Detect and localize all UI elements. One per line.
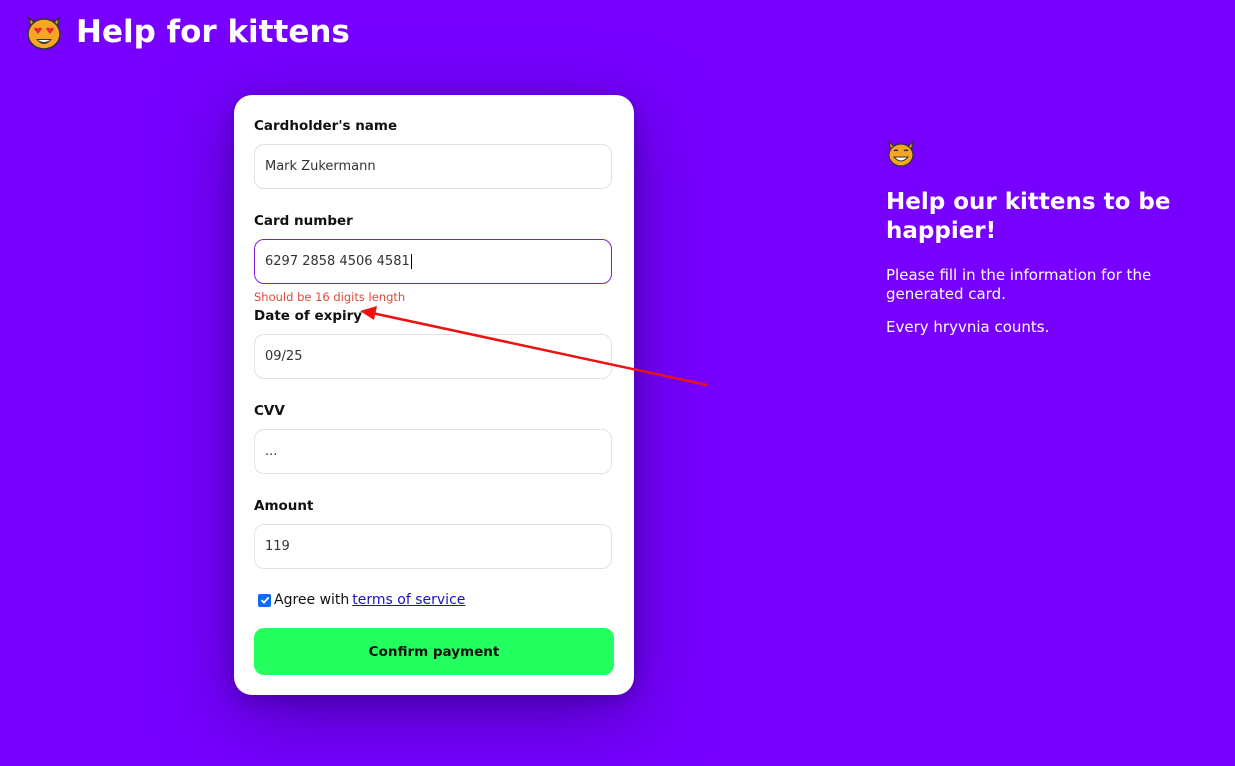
payment-form: Cardholder's name Mark Zukermann Card nu…	[234, 95, 634, 695]
grinning-cat-icon	[888, 140, 914, 167]
amount-input[interactable]: 119	[254, 524, 612, 569]
cardholder-name-value: Mark Zukermann	[265, 159, 376, 174]
expiry-date-value: 09/25	[265, 349, 303, 364]
amount-value: 119	[265, 539, 290, 554]
checkmark-icon	[260, 596, 269, 604]
card-number-value: 6297 2858 4506 4581	[265, 254, 410, 269]
cardholder-name-input[interactable]: Mark Zukermann	[254, 144, 612, 189]
cvv-input[interactable]: ...	[254, 429, 612, 474]
terms-of-service-link[interactable]: terms of service	[352, 592, 465, 608]
promo-title: Help our kittens to be happier!	[886, 189, 1171, 244]
text-caret	[410, 254, 412, 269]
heart-eyes-cat-icon	[27, 16, 61, 50]
promo-text-secondary: Every hryvnia counts.	[886, 318, 1050, 336]
terms-checkbox[interactable]	[258, 593, 271, 607]
cvv-value: ...	[265, 444, 278, 459]
confirm-payment-button[interactable]: Confirm payment	[254, 628, 614, 675]
page-title: Help for kittens	[76, 14, 350, 50]
expiry-date-label: Date of expiry	[254, 308, 363, 324]
amount-label: Amount	[254, 498, 314, 514]
card-number-input[interactable]: 6297 2858 4506 4581	[254, 239, 612, 284]
card-number-label: Card number	[254, 213, 353, 229]
promo-text: Please fill in the information for the g…	[886, 266, 1152, 303]
header: Help for kittens	[24, 12, 350, 52]
promo-panel: Help our kittens to be happier! Please f…	[886, 138, 1206, 337]
cardholder-name-label: Cardholder's name	[254, 118, 398, 134]
terms-agreement: Agree with terms of service	[258, 592, 465, 608]
card-number-error: Should be 16 digits length	[254, 290, 406, 304]
cvv-label: CVV	[254, 403, 285, 419]
terms-agreement-text: Agree with	[274, 592, 350, 608]
expiry-date-input[interactable]: 09/25	[254, 334, 612, 379]
